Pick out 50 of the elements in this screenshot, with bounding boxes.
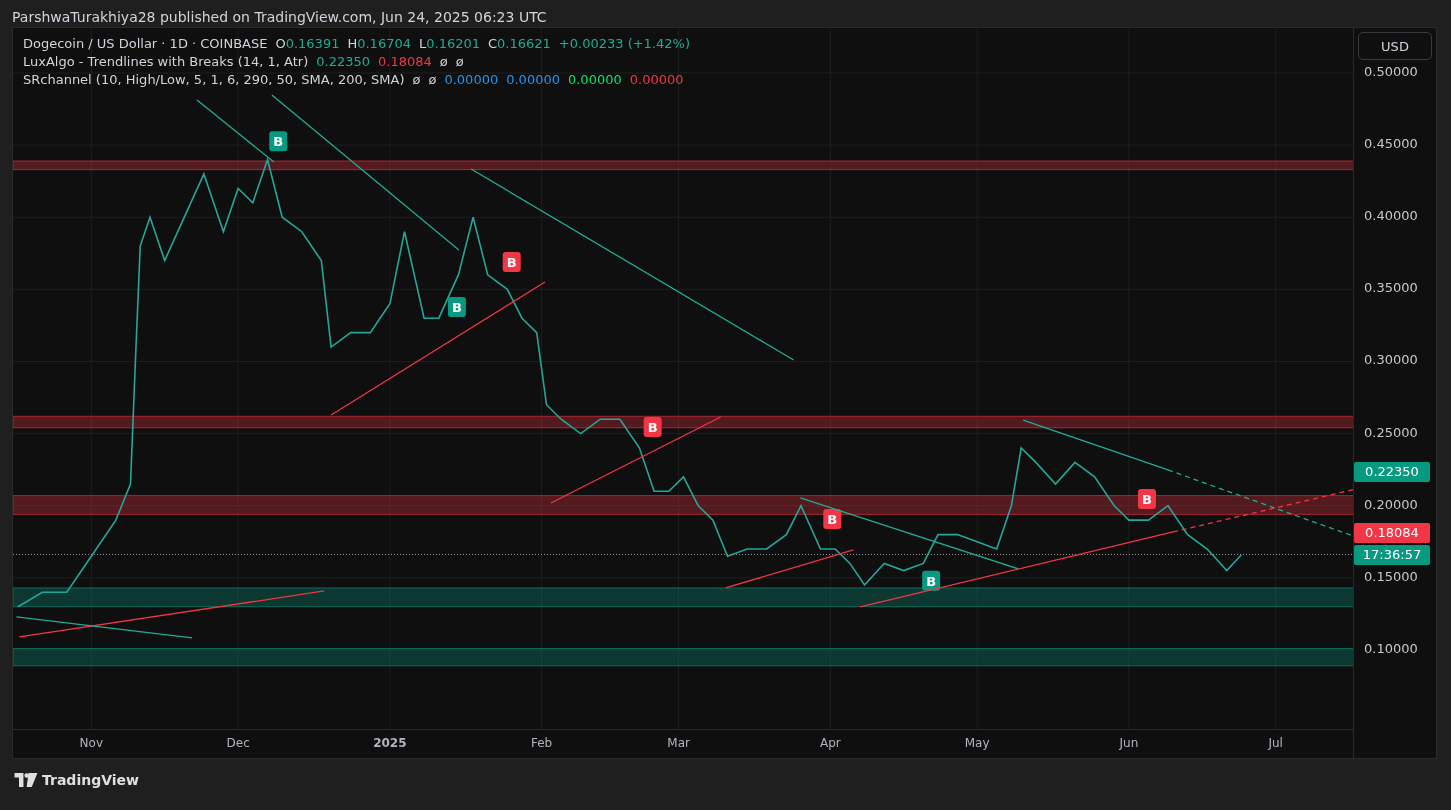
legend-value: C0.16621 — [488, 36, 551, 51]
legend-value: 0.22350 — [316, 54, 370, 69]
price-tick-label: 0.15000 — [1364, 568, 1418, 584]
break-marker: B — [1138, 488, 1156, 509]
price-tick-label: 0.30000 — [1364, 352, 1418, 368]
price-tick-label: 0.35000 — [1364, 280, 1418, 296]
price-tick-label: 0.20000 — [1364, 496, 1418, 512]
publication-caption: ParshwaTurakhiya28 published on TradingView.com, Jun 24, 2025 06:23 UTC — [11, 8, 548, 27]
indicator-title[interactable]: SRchannel (10, High/Low, 5, 1, 6, 290, 50, SMA, 200, SMA) — [23, 72, 405, 87]
break-marker: B — [922, 570, 941, 591]
indicator-title[interactable]: Dogecoin / US Dollar · 1D · COINBASE — [23, 36, 268, 51]
time-tick-label: Jul — [1268, 736, 1283, 750]
price-label: 0.22350 — [1354, 461, 1430, 482]
legend-value: ø — [439, 54, 448, 69]
time-tick-label: Apr — [819, 736, 841, 750]
legend-value: O0.16391 — [275, 36, 340, 51]
brand-name[interactable]: TradingView — [42, 772, 139, 788]
time-tick-label: May — [964, 736, 990, 750]
legend-value: 0.00000 — [629, 72, 684, 87]
legend-value: 0.00000 — [567, 72, 622, 87]
legend-value: 0.00000 — [444, 72, 499, 87]
indicator-title[interactable]: LuxAlgo - Trendlines with Breaks (14, 1, Atr) — [23, 54, 309, 69]
price-tick-label: 0.50000 — [1364, 64, 1418, 79]
legend-value: 0.18084 — [378, 54, 432, 69]
legend-value: L0.16201 — [419, 36, 480, 51]
countdown-label: 17:36:57 — [1354, 544, 1430, 565]
time-tick-label: Nov — [79, 736, 103, 750]
legend-value: H0.16704 — [347, 36, 411, 51]
break-marker: B — [823, 509, 842, 529]
time-tick-label: Jun — [1119, 736, 1139, 750]
time-tick-label: Mar — [667, 736, 690, 750]
break-marker: B — [447, 296, 466, 317]
time-tick-label: 2025 — [373, 736, 407, 750]
legend-value: ø — [428, 72, 437, 87]
legend-value: +0.00233 (+1.42%) — [558, 36, 690, 51]
price-tick-label: 0.45000 — [1364, 136, 1418, 152]
currency-button[interactable]: USD — [1358, 32, 1432, 60]
price-tick-label: 0.10000 — [1364, 640, 1418, 656]
price-tick-label: 0.40000 — [1364, 208, 1418, 224]
logo-icon — [14, 773, 38, 787]
price-tick-label: 0.25000 — [1364, 424, 1418, 440]
time-tick-label: Feb — [530, 736, 553, 750]
break-marker: B — [643, 416, 662, 437]
legend-value: ø — [412, 72, 421, 87]
time-tick-label: Dec — [226, 736, 250, 750]
price-label: 0.18084 — [1354, 523, 1430, 544]
break-marker: B — [269, 131, 288, 152]
legend-value: ø — [455, 54, 464, 69]
legend-value: 0.00000 — [506, 72, 560, 87]
break-marker: B — [502, 251, 521, 272]
